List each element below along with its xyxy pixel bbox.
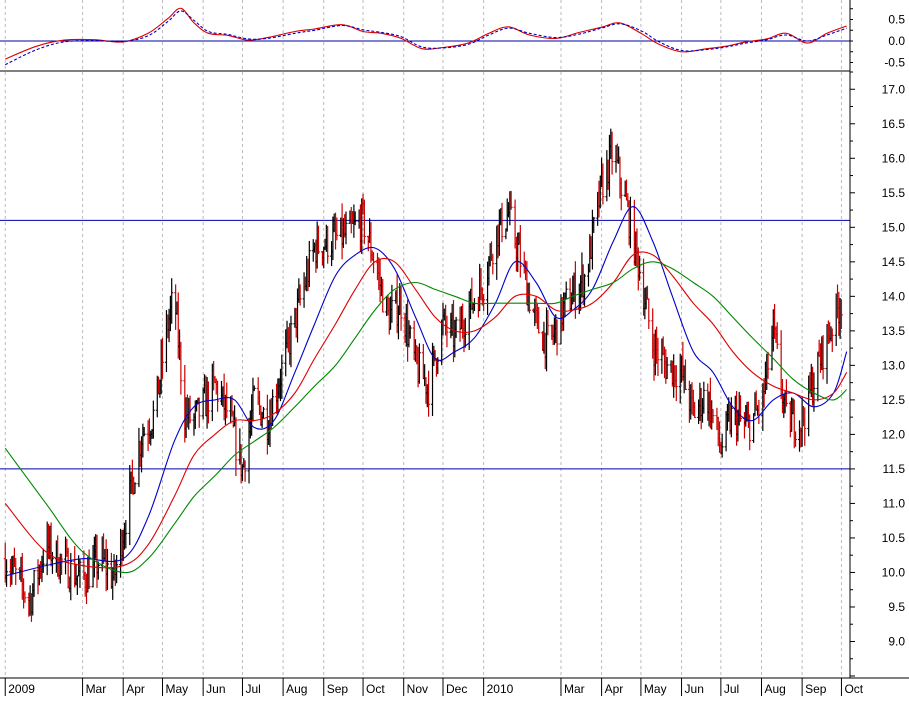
y-tick-label: 17.0	[882, 82, 906, 96]
x-tick-label: Oct	[366, 682, 385, 696]
y-tick-label: 9.0	[888, 634, 905, 648]
y-tick-label: 11.5	[883, 462, 906, 476]
chart-svg: 17.0 16.5 16.0 15.5 15.0 14.5 14.0 13.5 13.0 12.5…	[0, 0, 909, 696]
y-tick-label: 12.5	[882, 393, 906, 407]
x-tick-label: Dec	[446, 682, 467, 696]
x-tick-label: Aug	[764, 682, 785, 696]
x-tick-label: Mar	[86, 682, 107, 696]
x-tick-label: Mar	[564, 682, 585, 696]
y-tick-label: 13.5	[882, 324, 906, 338]
stock-chart: 17.0 16.5 16.0 15.5 15.0 14.5 14.0 13.5 13.0 12.5…	[0, 0, 909, 696]
y-tick-label: 10.0	[882, 565, 906, 579]
x-tick-label: Jul	[724, 682, 739, 696]
y-tick-label: 15.0	[882, 220, 906, 234]
osc-tick-label: -0.5	[884, 56, 905, 70]
x-tick-label: Aug	[286, 682, 307, 696]
y-tick-label: 10.5	[882, 531, 906, 545]
y-tick-label: 14.5	[882, 255, 906, 269]
x-tick-label: Apr	[126, 682, 145, 696]
y-tick-label: 13.0	[882, 358, 906, 372]
y-tick-label: 12.0	[882, 427, 906, 441]
osc-tick-label: 0.0	[888, 34, 905, 48]
x-tick-label: Apr	[605, 682, 624, 696]
osc-tick-label: 0.5	[888, 13, 905, 27]
y-tick-label: 16.5	[882, 117, 906, 131]
x-tick-label: Jun	[206, 682, 225, 696]
x-tick-label: May	[166, 682, 189, 696]
y-tick-label: 11.0	[883, 496, 906, 510]
x-tick-label: 2009	[8, 682, 35, 696]
y-tick-label: 15.5	[882, 186, 906, 200]
x-tick-label: Nov	[407, 682, 428, 696]
x-tick-label: Jun	[685, 682, 704, 696]
x-tick-label: Sep	[327, 682, 349, 696]
x-tick-label: 2010	[487, 682, 514, 696]
x-tick-label: Sep	[805, 682, 827, 696]
y-tick-label: 14.0	[882, 289, 906, 303]
x-tick-label: Jul	[245, 682, 260, 696]
x-tick-label: Oct	[844, 682, 863, 696]
y-tick-label: 9.5	[888, 600, 905, 614]
x-tick-label: May	[644, 682, 667, 696]
y-tick-label: 16.0	[882, 151, 906, 165]
